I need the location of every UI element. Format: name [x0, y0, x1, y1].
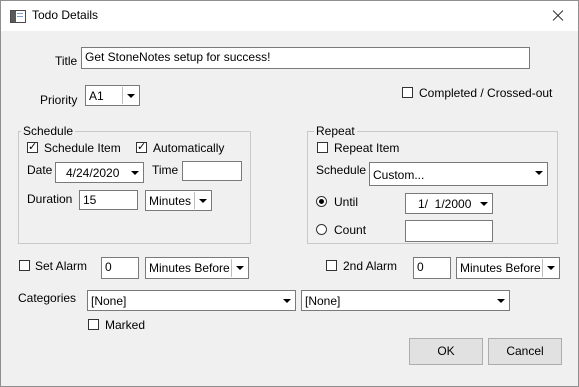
- count-radio[interactable]: [316, 224, 327, 235]
- title-label: Title: [55, 54, 78, 68]
- marked-label: Marked: [105, 318, 146, 332]
- priority-dropdown[interactable]: A1: [85, 85, 140, 106]
- alarm-unit-dropdown[interactable]: Minutes Before: [145, 257, 249, 279]
- repeat-group-label: Repeat: [314, 124, 357, 138]
- cancel-button[interactable]: Cancel: [488, 338, 562, 365]
- category-2-value: [None]: [305, 294, 341, 308]
- priority-label: Priority: [40, 93, 78, 107]
- duration-unit-value: Minutes: [149, 194, 192, 208]
- alarm-unit-value: Minutes Before: [149, 261, 230, 275]
- chevron-down-icon: [122, 87, 138, 104]
- chevron-down-icon: [231, 259, 247, 277]
- second-alarm-label: 2nd Alarm: [343, 259, 398, 273]
- schedule-group-label: Schedule: [21, 124, 76, 138]
- close-icon[interactable]: [538, 1, 578, 31]
- category-2-dropdown[interactable]: [None]: [301, 290, 510, 311]
- repeat-item-label: Repeat Item: [334, 141, 400, 155]
- time-label: Time: [152, 163, 179, 177]
- chevron-down-icon: [542, 259, 558, 277]
- chevron-down-icon: [493, 292, 508, 309]
- until-label: Until: [334, 195, 359, 209]
- date-value: 4/24/2020: [66, 166, 120, 180]
- repeat-schedule-dropdown[interactable]: Custom...: [369, 162, 548, 186]
- automatically-checkbox[interactable]: [136, 140, 147, 153]
- schedule-item-label: Schedule Item: [44, 141, 121, 155]
- duration-label: Duration: [27, 192, 73, 206]
- title-input[interactable]: Get StoneNotes setup for success!: [81, 47, 530, 69]
- marked-checkbox[interactable]: [88, 319, 99, 330]
- chevron-down-icon: [194, 192, 210, 209]
- completed-checkbox[interactable]: [402, 87, 413, 98]
- second-alarm-unit-dropdown[interactable]: Minutes Before: [456, 257, 560, 279]
- count-input[interactable]: [405, 220, 493, 242]
- duration-input[interactable]: 15: [79, 190, 138, 210]
- until-date-picker[interactable]: 1/ 1/2000: [405, 193, 493, 214]
- categories-label: Categories: [18, 291, 77, 305]
- set-alarm-checkbox[interactable]: [19, 260, 30, 271]
- ok-button[interactable]: OK: [409, 338, 483, 365]
- time-input[interactable]: [182, 161, 242, 181]
- chevron-down-icon: [279, 292, 294, 309]
- second-alarm-unit-value: Minutes Before: [460, 261, 541, 275]
- category-1-dropdown[interactable]: [None]: [87, 290, 296, 311]
- repeat-item-checkbox[interactable]: [317, 142, 328, 153]
- chevron-down-icon: [531, 164, 546, 184]
- todo-details-dialog: Todo Details Title Get StoneNotes setup …: [0, 0, 579, 387]
- repeat-schedule-label: Schedule: [316, 163, 367, 177]
- app-icon: [10, 10, 26, 23]
- alarm-value-input[interactable]: 0: [101, 257, 139, 279]
- automatically-label: Automatically: [153, 141, 225, 155]
- date-label: Date: [27, 163, 53, 177]
- date-picker[interactable]: 4/24/2020: [55, 162, 144, 183]
- duration-unit-dropdown[interactable]: Minutes: [145, 190, 212, 211]
- schedule-item-checkbox[interactable]: [27, 140, 38, 153]
- repeat-schedule-value: Custom...: [373, 168, 425, 182]
- chevron-down-icon: [476, 195, 491, 212]
- second-alarm-checkbox[interactable]: [326, 260, 337, 271]
- set-alarm-label: Set Alarm: [35, 259, 88, 273]
- second-alarm-value-input[interactable]: 0: [413, 257, 451, 279]
- until-radio[interactable]: [316, 196, 327, 207]
- category-1-value: [None]: [91, 294, 127, 308]
- count-label: Count: [334, 223, 367, 237]
- chevron-down-icon: [127, 164, 142, 181]
- priority-value: A1: [89, 89, 104, 103]
- completed-label: Completed / Crossed-out: [419, 86, 553, 100]
- until-date-value: 1/ 1/2000: [418, 197, 472, 211]
- title-bar: Todo Details: [1, 1, 578, 31]
- window-title: Todo Details: [32, 8, 99, 22]
